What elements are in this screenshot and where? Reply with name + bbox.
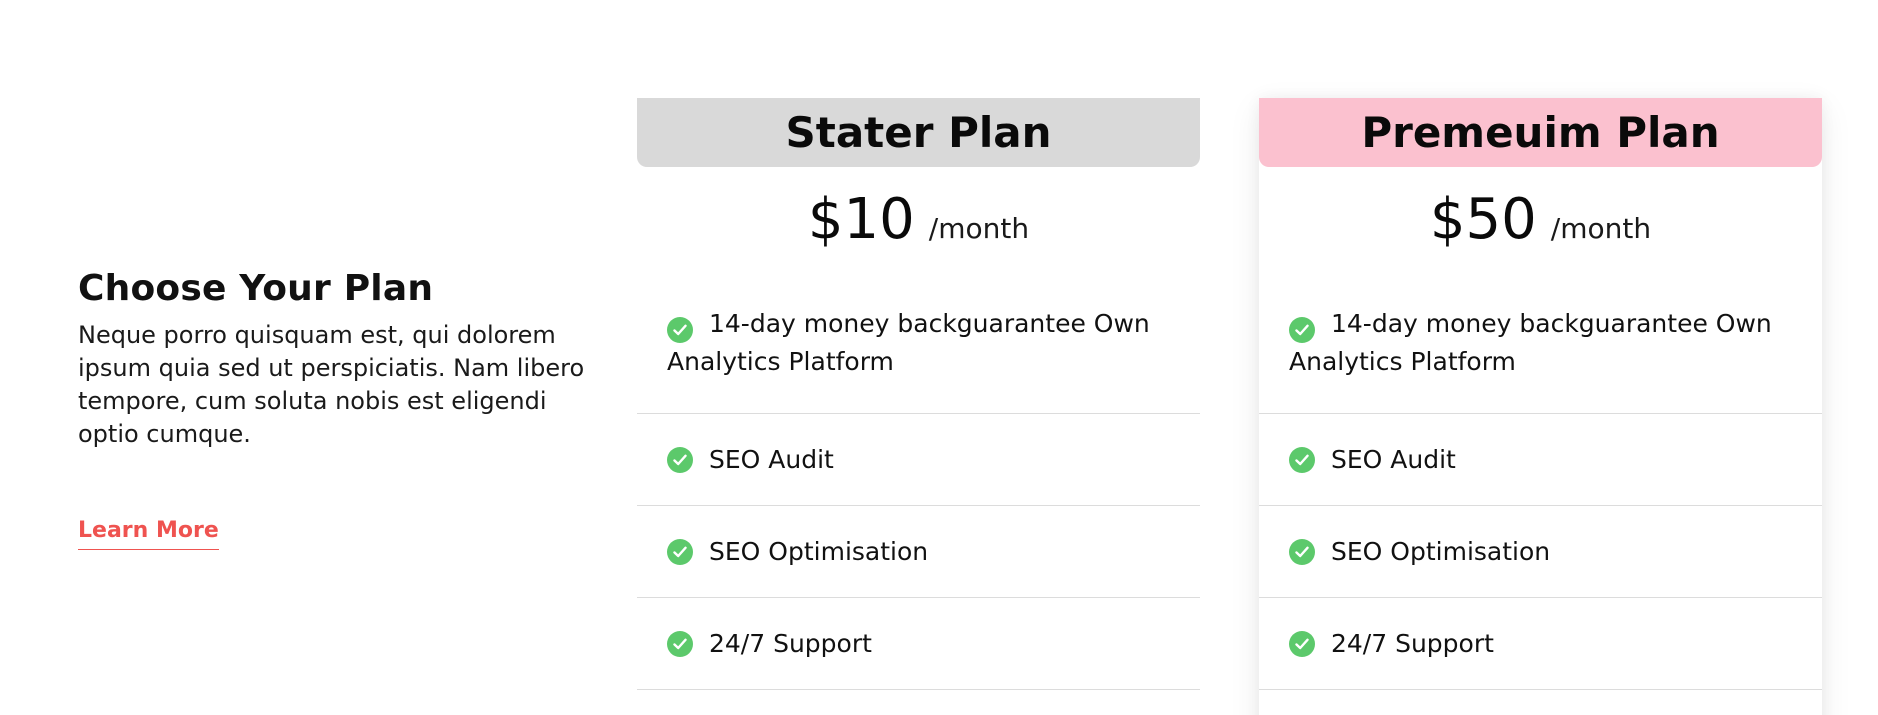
check-circle-icon [1289, 538, 1315, 565]
feature-item: SEO Audit [1259, 414, 1822, 506]
feature-list: 14-day money backguarantee Own Analytics… [1259, 288, 1822, 690]
price-row: $50 /month [1259, 187, 1822, 267]
plan-card-starter: Stater Plan $10 /month 14-day money back… [637, 98, 1200, 715]
feature-item: SEO Optimisation [1259, 506, 1822, 598]
feature-label: SEO Optimisation [709, 536, 929, 566]
feature-list: 14-day money backguarantee Own Analytics… [637, 288, 1200, 690]
feature-item: 24/7 Support [1259, 598, 1822, 690]
check-circle-icon [667, 317, 693, 343]
plan-title: Premeuim Plan [1259, 98, 1822, 167]
plan-price: $10 [807, 187, 915, 252]
pricing-section: Choose Your Plan Neque porro quisquam es… [0, 0, 1878, 715]
feature-label: SEO Optimisation [1331, 536, 1551, 566]
check-circle-icon [667, 630, 693, 657]
price-row: $10 /month [637, 187, 1200, 267]
intro-block: Choose Your Plan Neque porro quisquam es… [78, 268, 588, 451]
feature-label: 24/7 Support [1331, 628, 1494, 658]
feature-label: 24/7 Support [709, 628, 872, 658]
plan-title: Stater Plan [637, 98, 1200, 167]
check-circle-icon [1289, 446, 1315, 473]
plan-card-premium: Premeuim Plan $50 /month 14-day money ba… [1259, 98, 1822, 715]
plan-period: /month [1550, 212, 1652, 245]
feature-label: SEO Audit [709, 444, 834, 474]
feature-item: 24/7 Support [637, 598, 1200, 690]
plan-period: /month [928, 212, 1030, 245]
plan-price: $50 [1429, 187, 1537, 252]
learn-more-link[interactable]: Learn More [78, 518, 219, 550]
feature-item: SEO Audit [637, 414, 1200, 506]
check-circle-icon [667, 538, 693, 565]
check-circle-icon [667, 446, 693, 473]
feature-label: SEO Audit [1331, 444, 1456, 474]
feature-item: 14-day money backguarantee Own Analytics… [1259, 288, 1822, 414]
feature-item: 14-day money backguarantee Own Analytics… [637, 288, 1200, 414]
check-circle-icon [1289, 630, 1315, 657]
check-circle-icon [1289, 317, 1315, 343]
feature-item: SEO Optimisation [637, 506, 1200, 598]
feature-label: 14-day money backguarantee Own Analytics… [667, 309, 1150, 376]
section-description: Neque porro quisquam est, qui dolorem ip… [78, 321, 585, 448]
feature-label: 14-day money backguarantee Own Analytics… [1289, 309, 1772, 376]
section-title: Choose Your Plan [78, 268, 434, 309]
